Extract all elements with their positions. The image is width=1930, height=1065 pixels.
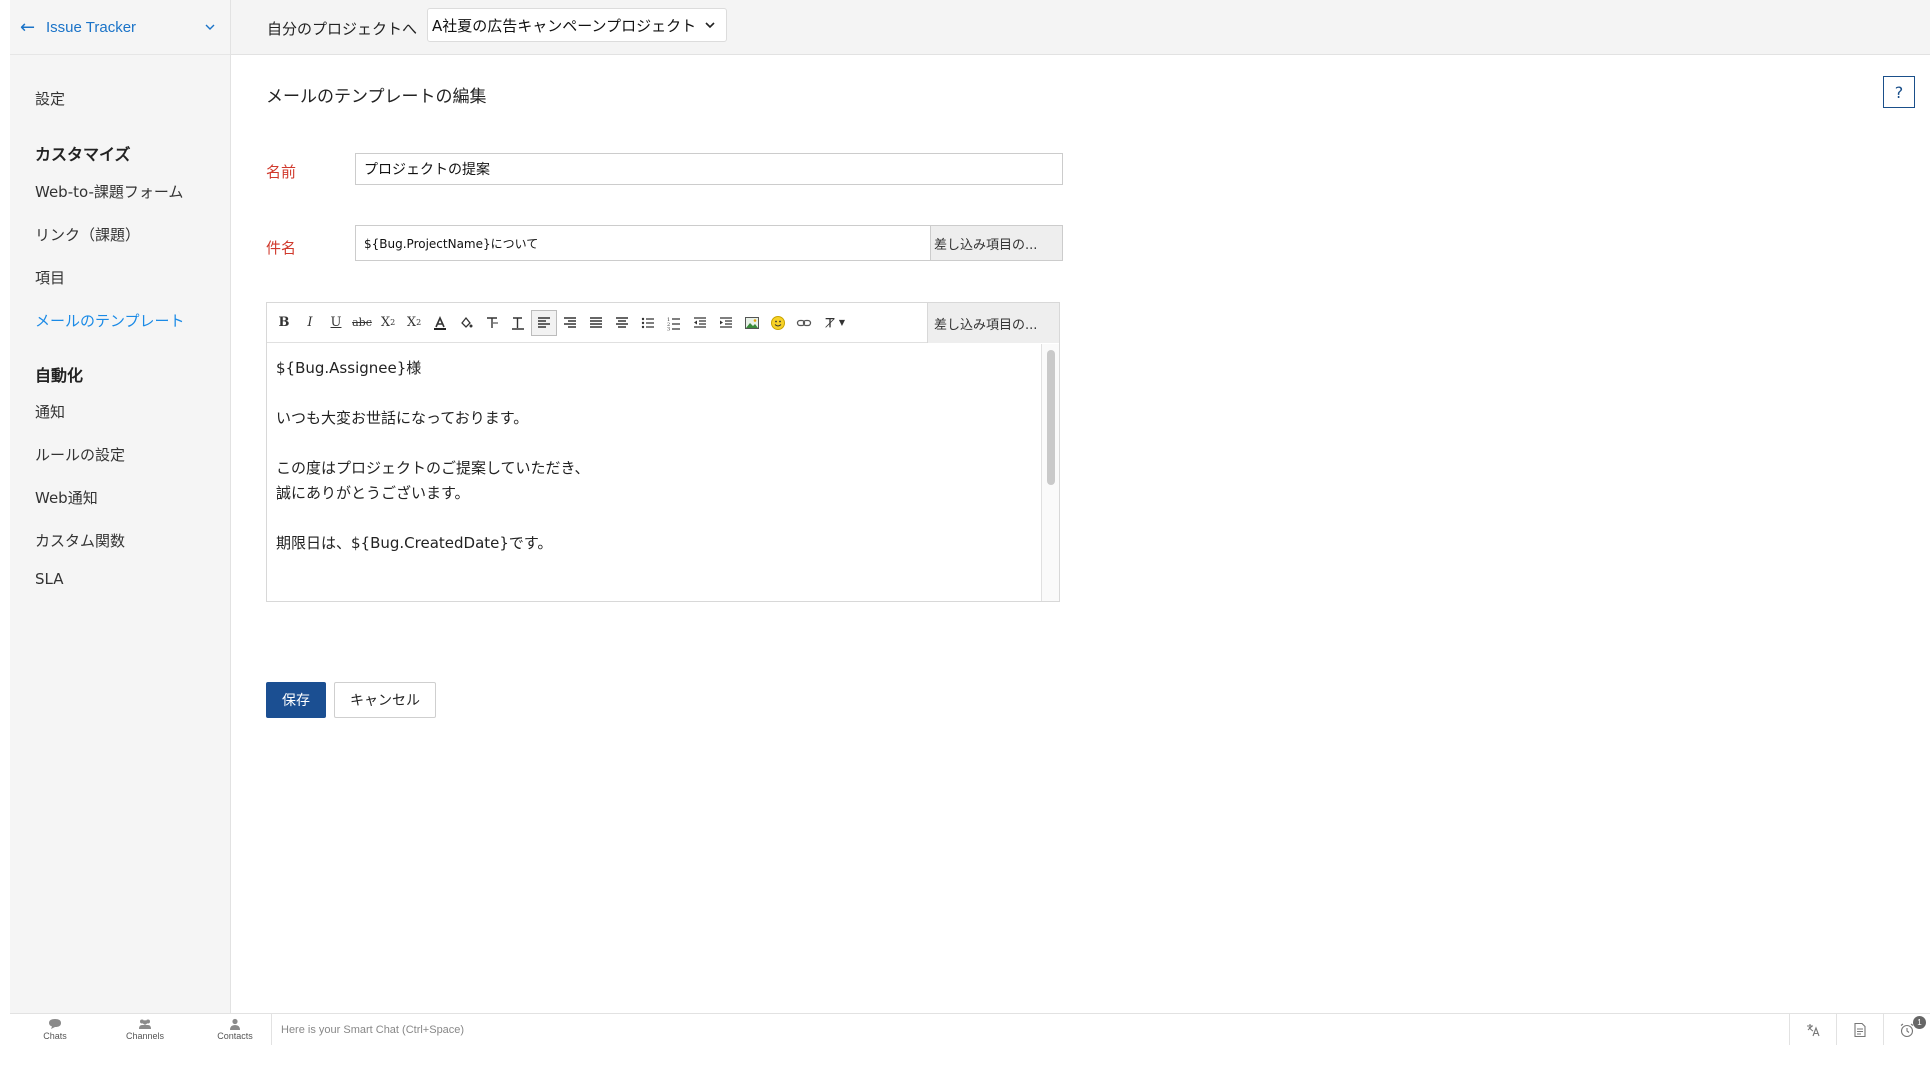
- help-button[interactable]: ?: [1883, 76, 1915, 108]
- font-size-icon[interactable]: [505, 310, 531, 336]
- sidebar-item-links[interactable]: リンク（課題）: [35, 224, 140, 245]
- body-line: 期限日は、${Bug.CreatedDate}です。: [276, 534, 553, 552]
- sidebar-item-rules[interactable]: ルールの設定: [35, 444, 125, 465]
- sidebar-item-settings[interactable]: 設定: [35, 88, 65, 109]
- chat-bubble-icon: [49, 1019, 61, 1029]
- back-arrow-icon[interactable]: ←: [20, 17, 46, 38]
- sidebar-item-web-notifications[interactable]: Web通知: [35, 487, 98, 508]
- window-bottom-strip: [0, 1045, 1930, 1065]
- sidebar-item-fields[interactable]: 項目: [35, 267, 65, 288]
- align-left-icon[interactable]: [531, 309, 557, 336]
- cancel-button[interactable]: キャンセル: [334, 682, 436, 718]
- rich-text-editor: B I U abc X2 X2 1 2 3 ▼ 差し込み項目の... ${Bug…: [266, 302, 1060, 602]
- emoji-icon[interactable]: [765, 310, 791, 336]
- font-color-icon[interactable]: [427, 310, 453, 336]
- background-color-icon[interactable]: [453, 310, 479, 336]
- sidebar-section-automation: 自動化: [35, 366, 84, 385]
- scrollbar-thumb[interactable]: [1047, 350, 1055, 485]
- sidebar-item-email-templates[interactable]: メールのテンプレート: [35, 310, 185, 331]
- chats-tab[interactable]: Chats: [10, 1014, 100, 1046]
- template-name-input[interactable]: [355, 153, 1063, 185]
- person-icon: [230, 1018, 240, 1030]
- app-title[interactable]: Issue Tracker: [46, 19, 190, 36]
- align-center-icon[interactable]: [609, 310, 635, 336]
- editor-scrollbar[interactable]: [1041, 344, 1059, 601]
- sidebar-item-web-to-issue-form[interactable]: Web-to-課題フォーム: [35, 181, 183, 202]
- window-gutter: [0, 0, 10, 1065]
- translate-icon[interactable]: [1789, 1014, 1836, 1046]
- chevron-down-icon[interactable]: [190, 21, 230, 33]
- svg-text:3: 3: [667, 326, 670, 331]
- body-line: ${Bug.Assignee}様: [276, 359, 422, 377]
- channels-tab[interactable]: Channels: [100, 1014, 190, 1046]
- project-select-value: A社夏の広告キャンペーンプロジェクト: [432, 16, 697, 35]
- superscript-icon[interactable]: X2: [401, 310, 427, 336]
- smart-chat-bar: Chats Channels Contacts Here is your Sma…: [10, 1013, 1930, 1046]
- insert-link-icon[interactable]: [791, 310, 817, 336]
- body-blank-line: [276, 506, 1032, 531]
- bold-icon[interactable]: B: [271, 310, 297, 336]
- chevron-down-icon: [705, 22, 715, 29]
- notification-badge: 1: [1913, 1016, 1926, 1029]
- outdent-icon[interactable]: [687, 310, 713, 336]
- chats-tab-label: Chats: [43, 1031, 67, 1041]
- font-family-icon[interactable]: [479, 310, 505, 336]
- sidebar-section-customize: カスタマイズ: [35, 145, 131, 164]
- top-bar: 自分のプロジェクトへ A社夏の広告キャンペーンプロジェクト: [231, 0, 1930, 55]
- body-merge-field-button[interactable]: 差し込み項目の...: [927, 303, 1059, 343]
- alarm-clock-icon[interactable]: 1: [1883, 1014, 1930, 1046]
- indent-icon[interactable]: [713, 310, 739, 336]
- align-justify-icon[interactable]: [583, 310, 609, 336]
- group-icon: [139, 1019, 151, 1029]
- bulleted-list-icon[interactable]: [635, 310, 661, 336]
- smart-chat-input[interactable]: Here is your Smart Chat (Ctrl+Space): [271, 1014, 1787, 1046]
- project-select[interactable]: A社夏の広告キャンペーンプロジェクト: [427, 8, 727, 42]
- align-right-icon[interactable]: [557, 310, 583, 336]
- body-line: この度はプロジェクトのご提案していただき、: [276, 459, 590, 477]
- channels-tab-label: Channels: [125, 1031, 165, 1041]
- subscript-icon[interactable]: X2: [375, 310, 401, 336]
- subject-merge-field-button[interactable]: 差し込み項目の...: [930, 226, 1062, 260]
- strikethrough-icon[interactable]: abc: [349, 310, 375, 336]
- sidebar-header: ← Issue Tracker: [10, 0, 230, 55]
- goto-project-label: 自分のプロジェクトへ: [267, 20, 418, 38]
- subject-input[interactable]: [356, 226, 930, 260]
- sidebar-item-notifications[interactable]: 通知: [35, 401, 65, 422]
- page-title: メールのテンプレートの編集: [266, 87, 487, 107]
- name-label: 名前: [266, 163, 297, 181]
- insert-image-icon[interactable]: [739, 310, 765, 336]
- underline-icon[interactable]: U: [323, 310, 349, 336]
- subject-label: 件名: [266, 239, 297, 257]
- numbered-list-icon[interactable]: 123: [661, 310, 687, 336]
- body-line: いつも大変お世話になっております。: [276, 409, 529, 427]
- italic-icon[interactable]: I: [297, 310, 323, 336]
- remove-formatting-icon[interactable]: ▼: [817, 310, 851, 336]
- body-blank-line: [276, 431, 1032, 456]
- chatbar-tools: 1: [1789, 1014, 1930, 1046]
- body-blank-line: [276, 381, 1032, 406]
- notes-icon[interactable]: [1836, 1014, 1883, 1046]
- sidebar-item-custom-functions[interactable]: カスタム関数: [35, 530, 125, 551]
- subject-field: 差し込み項目の...: [355, 225, 1063, 261]
- contacts-tab-label: Contacts: [217, 1031, 253, 1041]
- contacts-tab[interactable]: Contacts: [190, 1014, 280, 1046]
- editor-toolbar: B I U abc X2 X2 1 2 3 ▼ 差し込み項目の...: [267, 303, 1059, 343]
- body-line: 誠にありがとうございます。: [276, 484, 470, 502]
- sidebar-item-sla[interactable]: SLA: [35, 570, 63, 588]
- email-body-editor[interactable]: ${Bug.Assignee}様 いつも大変お世話になっております。 この度はプ…: [267, 344, 1041, 601]
- save-button[interactable]: 保存: [266, 682, 326, 718]
